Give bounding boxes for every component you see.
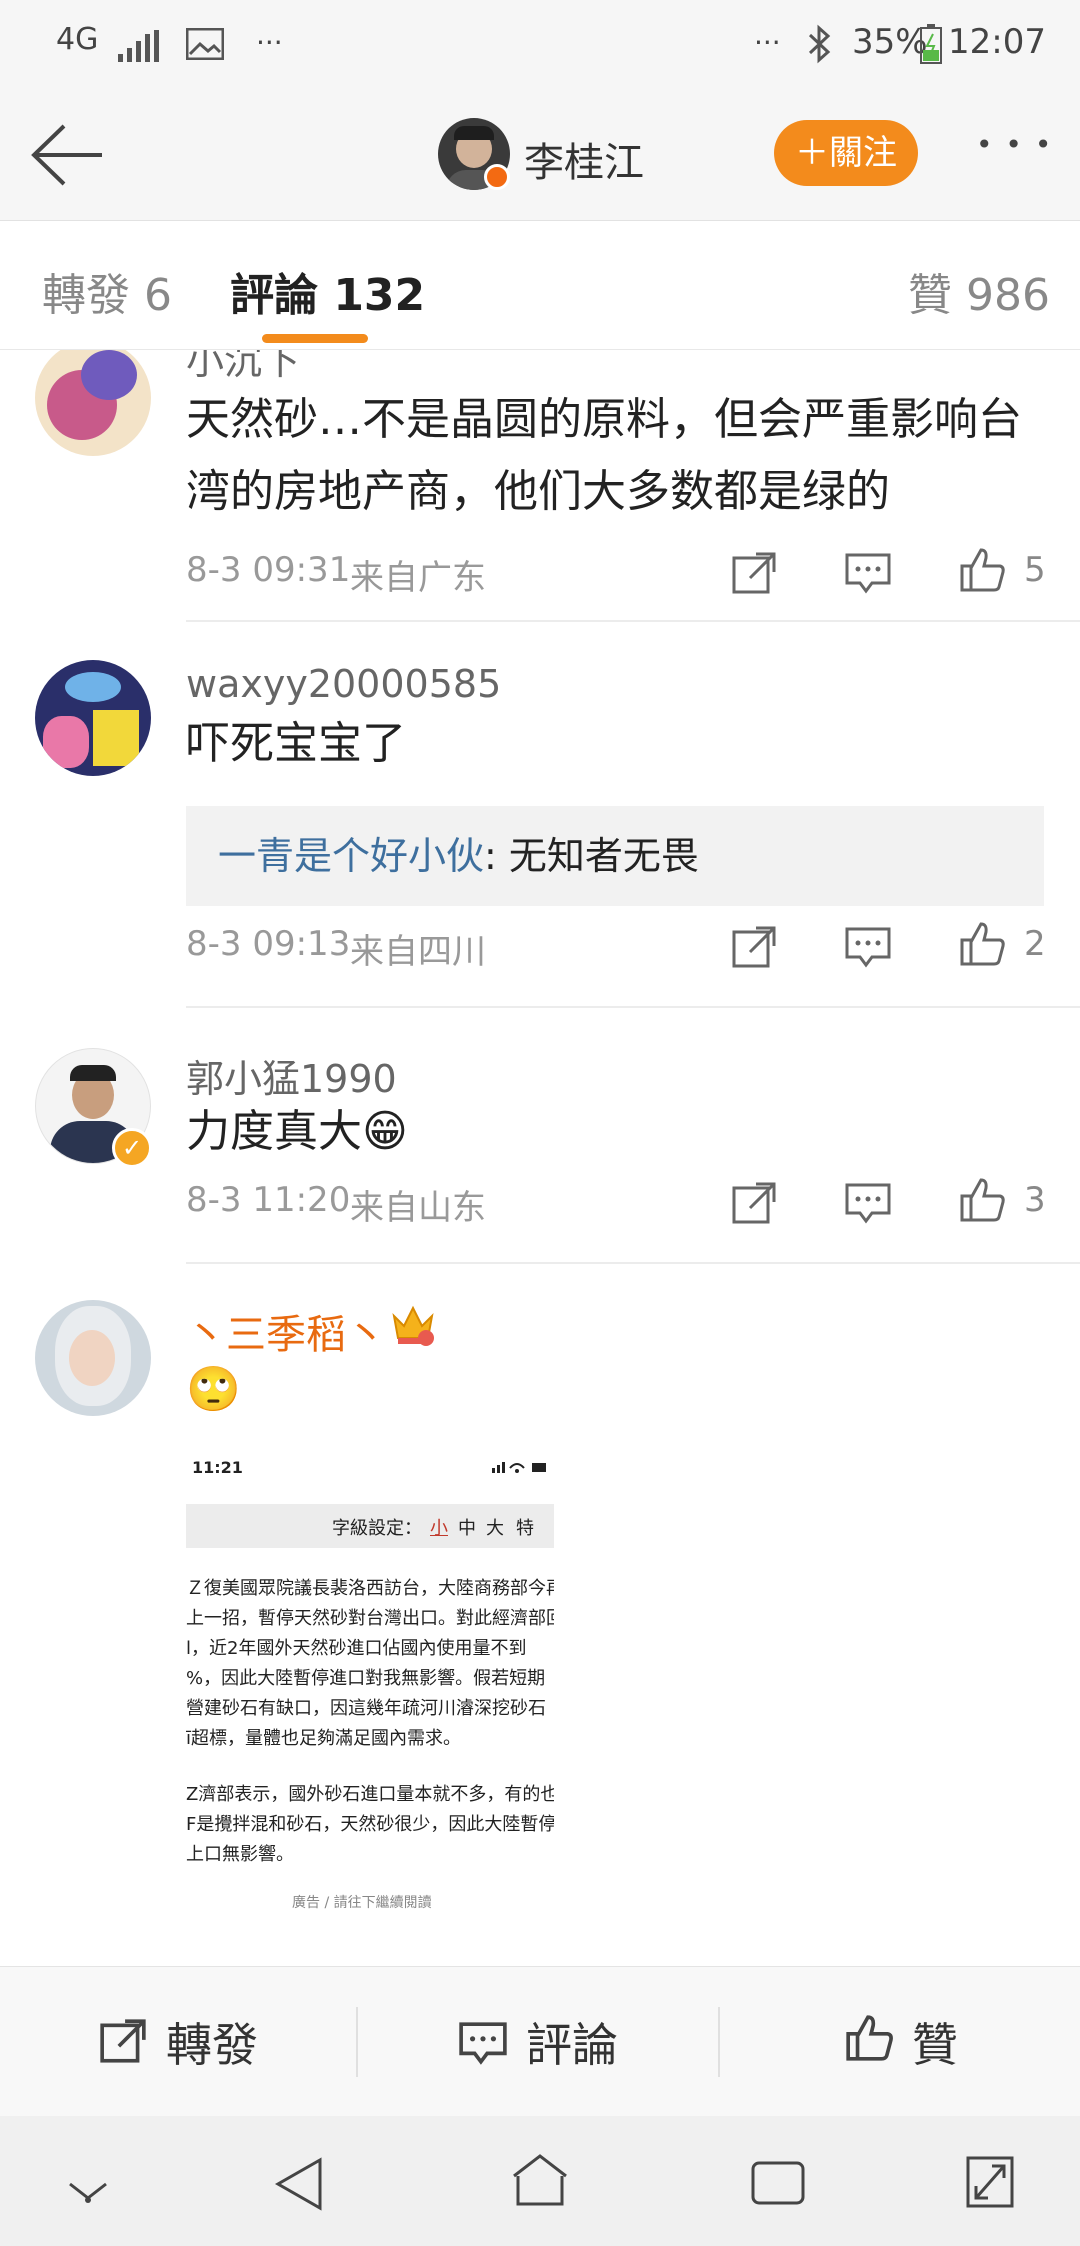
comment-username[interactable]: 丶三季稻丶 [186,1302,386,1360]
font-size-large: 大 [486,1518,504,1539]
font-setting-label: 字級設定： [332,1518,422,1539]
bottom-action-bar: 轉發 評論 贊 [0,1966,1080,2116]
like-button[interactable]: 贊 [912,2009,958,2075]
screenshot-ad-label: 廣告 / 請往下繼續閱讀 [292,1895,432,1911]
comment-item: waxyy20000585 吓死宝宝了 一青是个好小伙: 无知者无畏 8-3 0… [0,622,1080,1008]
interaction-tabs: 轉發 6 評論 132 贊 986 [0,220,1080,350]
reply-icon[interactable] [844,1180,892,1228]
reply-icon[interactable] [844,550,892,598]
bottom-divider [356,2007,358,2077]
repost-button[interactable]: 轉發 [166,2009,258,2075]
screenshot-text-line: Ｚ復美國眾院議長裴洛西訪台，大陸商務部今再 [186,1578,554,1599]
comment-text: 吓死宝宝了 [186,718,406,769]
comment-time: 8-3 11:20 [186,1180,351,1220]
status-more-right: ··· [754,26,781,59]
attached-screenshot[interactable]: 11:21 字級設定： 小 中 大 特 Ｚ復美國眾院議長裴洛西訪台，大陸商務部今… [186,1446,554,1926]
font-size-small: 小 [430,1518,448,1539]
like-icon[interactable] [958,1176,1006,1224]
tab-comments[interactable]: 評論 132 [230,259,425,323]
status-bar: 4G ··· ··· 35% 12:07 [0,0,1080,92]
signal-icon [118,30,159,62]
follow-button[interactable]: ＋關注 [774,120,918,186]
comment-button[interactable]: 評論 [526,2009,618,2075]
comment-text: 🙄 [186,1364,241,1415]
bluetooth-icon [808,24,831,64]
screenshot-status-icons [492,1462,546,1473]
comment-username[interactable]: 郭小猛1990 [186,1048,397,1103]
comment-username[interactable]: 小沉下 [186,350,300,385]
network-indicator: 4G [56,22,99,57]
system-nav-bar [0,2116,1080,2246]
screenshot-text-line: 營建砂石有缺口，因這幾年疏河川濬深挖砂石 [186,1698,546,1719]
like-icon[interactable] [958,920,1006,968]
comment-location: 来自山东 [350,1188,486,1228]
repost-icon[interactable] [98,2017,148,2067]
gallery-icon [186,28,224,60]
expand-icon[interactable] [964,2152,1016,2212]
like-icon[interactable] [958,546,1006,594]
comment-item: ✓ 郭小猛1990 力度真大😁 8-3 11:20 来自山东 3 [0,1008,1080,1264]
comment-time: 8-3 09:13 [186,924,351,964]
reply-icon[interactable] [844,924,892,972]
battery-percent: 35% [852,22,928,62]
screenshot-text-line: 上一招，暫停天然砂對台灣出口。對此經濟部回 [186,1608,554,1629]
comment-time: 8-3 09:31 [186,550,351,590]
like-count: 3 [1024,1180,1046,1220]
user-avatar[interactable] [35,660,151,776]
comment-feed[interactable]: 小沉下 天然砂…不是晶圆的原料，但会严重影响台 湾的房地产商，他们大多数都是绿的… [0,350,1080,1966]
home-nav-icon[interactable] [510,2152,570,2212]
clock: 12:07 [948,22,1046,62]
more-menu-icon[interactable]: • • • [976,128,1053,161]
back-nav-icon[interactable] [274,2156,324,2212]
reply-username[interactable]: 一青是个好小伙 [218,834,484,878]
screenshot-text-line: %，因此大陸暫停進口對我無影響。假若短期 [186,1668,546,1689]
share-icon[interactable] [730,550,778,598]
active-tab-indicator [262,334,368,343]
reply-separator: : [484,834,509,878]
verified-badge-icon: ✓ [112,1128,152,1168]
share-icon[interactable] [730,1180,778,1228]
comment-text: 力度真大😁 [186,1106,408,1157]
screenshot-text-line: 上口無影響。 [186,1844,294,1865]
comment-icon[interactable] [458,2019,508,2069]
screenshot-time: 11:21 [192,1458,243,1477]
comment-text-line: 湾的房地产商，他们大多数都是绿的 [186,466,890,517]
comment-text: 天然砂…不是晶圆的原料，但会严重影响台 湾的房地产商，他们大多数都是绿的 [186,384,1046,528]
reply-preview[interactable]: 一青是个好小伙: 无知者无畏 [186,806,1044,906]
like-count: 5 [1024,550,1046,590]
screenshot-text-line: l，近2年國外天然砂進口佔國內使用量不到 [186,1638,527,1659]
user-avatar[interactable] [35,1300,151,1416]
comment-location: 来自四川 [350,932,486,972]
author-name: 李桂江 [524,140,644,186]
recents-nav-icon[interactable] [750,2160,806,2206]
user-avatar[interactable] [35,350,151,456]
back-arrow-icon[interactable] [28,122,104,188]
font-size-medium: 中 [458,1518,476,1539]
comment-text-line: 天然砂…不是晶圆的原料，但会严重影响台 [186,394,1022,445]
verified-badge-icon [484,164,510,190]
status-more: ··· [256,26,283,59]
tab-likes[interactable]: 贊 986 [908,259,1050,323]
screenshot-text-line: Z濟部表示，國外砂石進口量本就不多，有的也 [186,1784,554,1805]
comment-username[interactable]: waxyy20000585 [186,662,501,706]
comment-item: 丶三季稻丶 🙄 11:21 字級設定： 小 中 大 特 Ｚ復美國眾院議長裴洛西訪… [0,1264,1080,1966]
like-count: 2 [1024,924,1046,964]
font-size-xlarge: 特 [516,1518,534,1539]
hide-keyboard-icon[interactable] [66,2176,110,2206]
reply-text: 无知者无畏 [508,834,699,878]
like-icon[interactable] [844,2013,894,2063]
share-icon[interactable] [730,924,778,972]
battery-icon [920,24,942,64]
top-nav-bar: 李桂江 ＋關注 • • • [0,92,1080,220]
comment-item: 小沉下 天然砂…不是晶圆的原料，但会严重影响台 湾的房地产商，他们大多数都是绿的… [0,350,1080,622]
bottom-divider [718,2007,720,2077]
screenshot-text-line: ī超標，量體也足夠滿足國內需求。 [186,1728,461,1749]
screenshot-text-line: F是攪拌混和砂石，天然砂很少，因此大陸暫停 [186,1814,554,1835]
crown-icon [392,1305,434,1346]
comment-location: 来自广东 [350,558,486,598]
tab-repost[interactable]: 轉發 6 [42,259,172,323]
